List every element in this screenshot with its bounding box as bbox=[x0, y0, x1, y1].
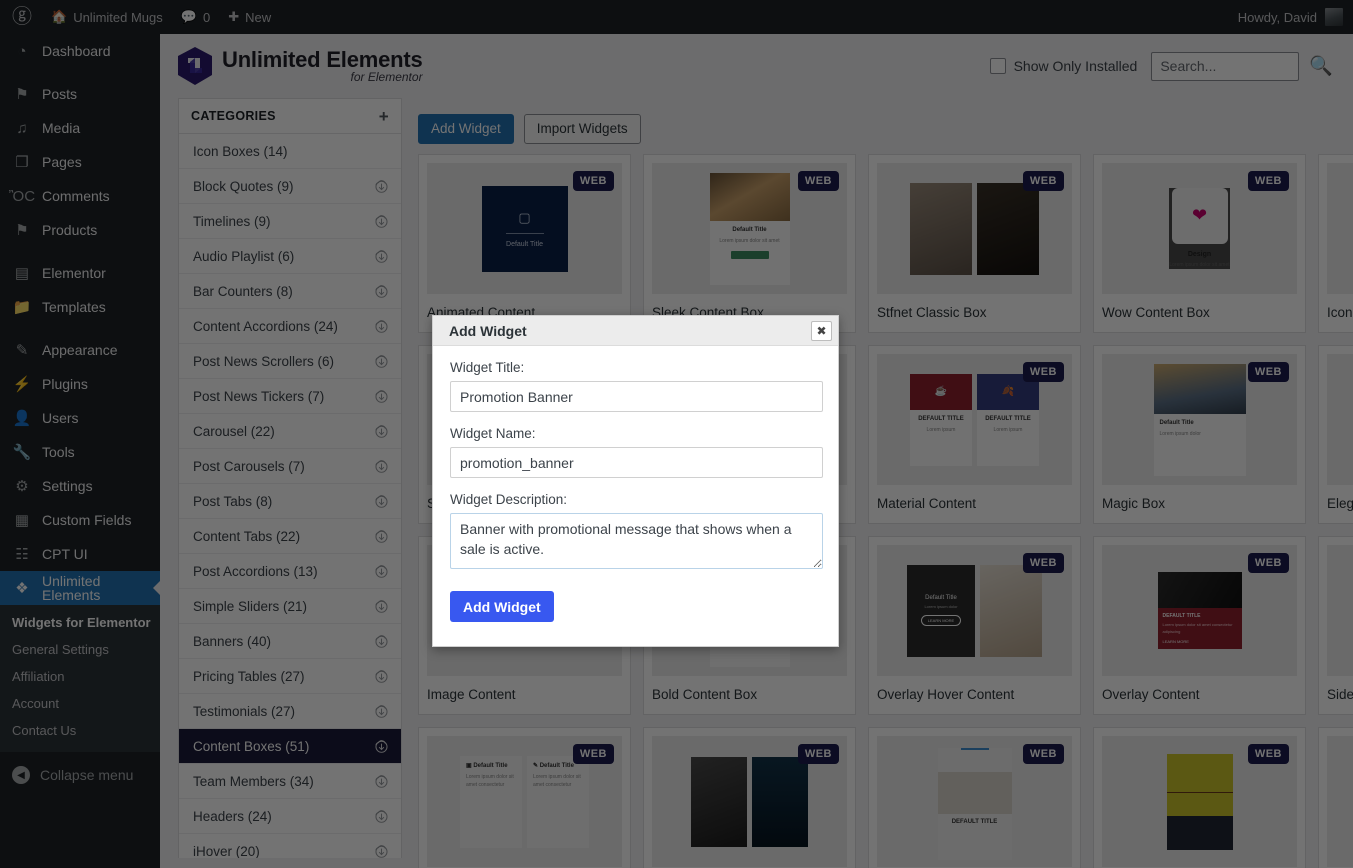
widget-name-label: Widget Name: bbox=[450, 426, 536, 441]
widget-title-label: Widget Title: bbox=[450, 360, 525, 375]
widget-description-label: Widget Description: bbox=[450, 492, 568, 507]
widget-name-input[interactable] bbox=[450, 447, 823, 478]
dialog-add-widget-button[interactable]: Add Widget bbox=[450, 591, 554, 622]
dialog-header: Add Widget ✖ bbox=[433, 316, 838, 346]
widget-title-input[interactable] bbox=[450, 381, 823, 412]
close-icon[interactable]: ✖ bbox=[811, 320, 832, 341]
dialog-title: Add Widget bbox=[449, 322, 527, 339]
add-widget-dialog: Add Widget ✖ Widget Title: Widget Name: … bbox=[432, 315, 839, 647]
widget-description-textarea[interactable] bbox=[450, 513, 823, 569]
